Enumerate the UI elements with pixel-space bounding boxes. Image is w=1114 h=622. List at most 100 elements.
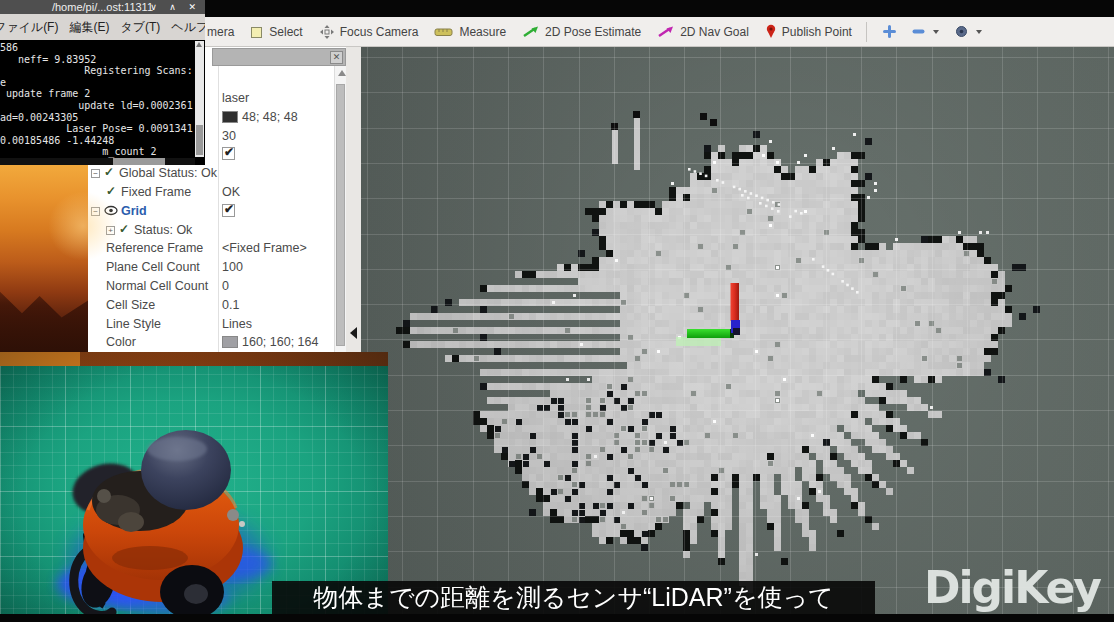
terminal-titlebar[interactable]: /home/pi/...ost:11311 ∨ ∧ ✕: [0, 0, 205, 14]
close-icon[interactable]: ✕: [330, 51, 343, 64]
value-text: 160; 160; 164: [242, 335, 318, 349]
property-value[interactable]: 100: [222, 260, 243, 274]
menu-item[interactable]: タブ(T): [120, 19, 160, 36]
property-label: Cell Size: [106, 298, 155, 312]
value-text: 48; 48; 48: [242, 110, 298, 124]
letterbox-bottom: [0, 614, 1114, 622]
property-row[interactable]: +✓Status: Ok: [88, 221, 334, 240]
property-label: Color: [106, 335, 136, 349]
subtitle-text: 物体までの距離を測るセンサ“LiDAR”を使って: [313, 583, 833, 611]
tool-select[interactable]: Select: [250, 25, 302, 39]
panel-scrollbar-thumb[interactable]: [336, 84, 345, 346]
property-label: Global Status: Ok: [119, 166, 217, 180]
property-label: Fixed Frame: [121, 185, 191, 199]
pin-red-icon: [765, 24, 777, 39]
property-value[interactable]: 48; 48; 48: [222, 110, 298, 124]
property-label: Reference Frame: [106, 241, 203, 255]
terminal-text: 586 neff= 9.83952 Registering Scans: e u…: [0, 40, 205, 158]
measure-icon: [434, 26, 454, 38]
tool-focus-camera[interactable]: Focus Camera: [319, 24, 419, 40]
minus-icon: [912, 28, 925, 35]
terminal-scrollbar-thumb[interactable]: [196, 125, 203, 155]
property-label: Grid: [121, 204, 147, 218]
arrow-magenta-icon: [657, 25, 675, 38]
property-row[interactable]: Normal Cell Count0: [88, 277, 334, 296]
tool-label: Select: [269, 25, 302, 39]
terminal-hscrollbar[interactable]: [0, 158, 195, 165]
tool-measure[interactable]: Measure: [434, 25, 506, 39]
tool-label: 2D Pose Estimate: [545, 25, 641, 39]
select-icon: [250, 25, 264, 39]
status-ok-icon: ✓: [104, 165, 114, 179]
property-row[interactable]: Reference Frame <Fixed Frame>: [88, 239, 334, 258]
collapse-panel-icon[interactable]: [350, 327, 357, 339]
property-value[interactable]: 0.1: [222, 298, 239, 312]
toolbar-separator: [866, 22, 867, 42]
tool-publish-point[interactable]: Publish Point: [765, 24, 852, 39]
property-row[interactable]: Color 160; 160; 164: [88, 333, 334, 352]
checkbox-checked[interactable]: [222, 147, 235, 160]
property-value[interactable]: Lines: [222, 317, 252, 331]
terminal-scrollbar[interactable]: [195, 41, 204, 157]
property-row[interactable]: Cell Size 0.1: [88, 296, 334, 315]
status-ok-icon: ✓: [119, 222, 129, 236]
tool-2d-nav-goal[interactable]: 2D Nav Goal: [657, 25, 749, 39]
tool-cam-circle[interactable]: [955, 25, 982, 38]
scroll-up-icon[interactable]: [338, 70, 346, 76]
panel-titlebar[interactable]: ✕: [212, 48, 346, 66]
value-text: <Fixed Frame>: [222, 241, 307, 255]
value-text: Lines: [222, 317, 252, 331]
property-value[interactable]: 160; 160; 164: [222, 335, 318, 349]
property-value[interactable]: OK: [222, 185, 240, 199]
property-value[interactable]: <Fixed Frame>: [222, 241, 307, 255]
property-row[interactable]: ✓Fixed FrameOK: [88, 183, 334, 202]
color-swatch[interactable]: [222, 111, 238, 123]
plus-icon: [883, 25, 896, 38]
terminal-hscrollbar-thumb[interactable]: [113, 158, 165, 165]
property-row[interactable]: Line Style Lines: [88, 315, 334, 334]
scroll-up-icon[interactable]: [196, 42, 202, 47]
chevron-down-icon: [976, 30, 982, 34]
menu-item[interactable]: 編集(E): [69, 19, 109, 36]
chevron-down-icon: [933, 30, 939, 34]
rviz-3d-view[interactable]: [361, 47, 1114, 614]
window-controls[interactable]: ∨ ∧ ✕: [150, 0, 201, 14]
sun-glow: [48, 191, 118, 261]
digikey-logo: DigiKey: [924, 562, 1100, 613]
tool-label: Measure: [459, 25, 506, 39]
tool-label: Publish Point: [782, 25, 852, 39]
property-value[interactable]: 30: [222, 129, 236, 143]
value-text: 0: [222, 279, 229, 293]
tool-minus[interactable]: [912, 28, 939, 35]
tool-2d-pose-estimate[interactable]: 2D Pose Estimate: [522, 25, 641, 39]
property-row[interactable]: −Grid: [88, 202, 334, 221]
property-value[interactable]: 0: [222, 279, 229, 293]
property-value[interactable]: [222, 147, 235, 163]
property-value[interactable]: laser: [222, 91, 249, 105]
tool-plus[interactable]: [883, 25, 896, 38]
tool-label: Focus Camera: [340, 25, 419, 39]
panel-scrollbar[interactable]: [334, 66, 346, 352]
checkbox-checked[interactable]: [222, 204, 235, 217]
desktop-wallpaper: [0, 165, 88, 352]
value-text: 0.1: [222, 298, 239, 312]
terminal-output[interactable]: 586 neff= 9.83952 Registering Scans: e u…: [0, 40, 205, 165]
property-value[interactable]: [222, 204, 235, 220]
menu-item[interactable]: ヘルプ(H): [171, 19, 205, 36]
property-row[interactable]: −✓ Global Status: Ok: [88, 164, 334, 183]
color-swatch[interactable]: [222, 336, 238, 348]
tool-mera[interactable]: mera: [207, 25, 234, 39]
property-row[interactable]: Plane Cell Count 100: [88, 258, 334, 277]
terminal-window: /home/pi/...ost:11311 ∨ ∧ ✕ ファイル(F) 編集(E)…: [0, 0, 205, 165]
terminal-title: /home/pi/...ost:11311: [52, 1, 153, 13]
rviz-toolbar: mera Select Focus Camera Measure 2D Pose Est…: [205, 17, 1114, 47]
value-text: OK: [222, 185, 240, 199]
property-label: Plane Cell Count: [106, 260, 200, 274]
arrow-green-icon: [522, 25, 540, 38]
property-label: Line Style: [106, 317, 161, 331]
tool-label: mera: [207, 25, 234, 39]
collapse-icon[interactable]: −: [91, 169, 100, 178]
mountain-silhouette: [0, 266, 88, 352]
tool-label: 2D Nav Goal: [680, 25, 749, 39]
menu-item[interactable]: ファイル(F): [0, 19, 58, 36]
